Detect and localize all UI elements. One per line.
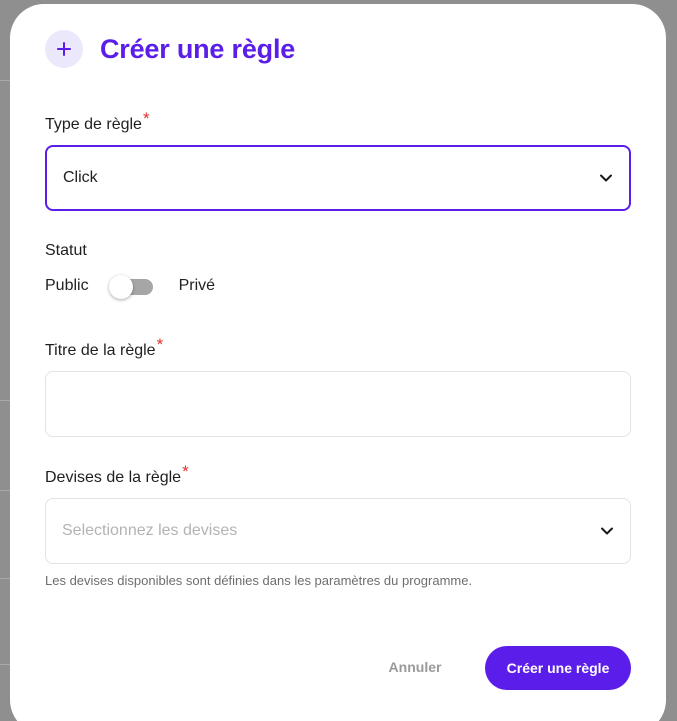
status-private-label: Privé	[178, 277, 216, 294]
status-public-label: Public	[45, 277, 89, 294]
modal-header: Créer une règle	[45, 30, 295, 68]
chevron-down-icon	[600, 174, 612, 182]
currencies-placeholder: Selectionnez les devises	[62, 522, 238, 539]
plus-icon	[45, 30, 83, 68]
currencies-helper-text: Les devises disponibles sont définies da…	[45, 573, 473, 588]
rule-type-value: Click	[63, 169, 98, 186]
required-asterisk: *	[142, 109, 150, 128]
create-rule-modal: Créer une règle Type de règle* Click Sta…	[10, 4, 666, 721]
rule-type-label: Type de règle*	[45, 109, 150, 134]
currencies-select[interactable]: Selectionnez les devises	[45, 498, 631, 564]
required-asterisk: *	[182, 462, 189, 481]
rule-type-select[interactable]: Click	[45, 145, 631, 211]
modal-title: Créer une règle	[100, 33, 296, 64]
chevron-down-icon	[601, 527, 613, 535]
rule-title-label: Titre de la règle*	[45, 335, 163, 360]
currencies-label: Devises de la règle*	[45, 462, 189, 487]
create-rule-button[interactable]: Créer une règle	[485, 646, 631, 690]
rule-title-label-text: Titre de la règle	[45, 342, 156, 359]
cancel-button[interactable]: Annuler	[370, 647, 460, 687]
rule-type-label-text: Type de règle	[45, 116, 142, 133]
currencies-label-text: Devises de la règle	[45, 469, 182, 486]
rule-title-input[interactable]	[45, 371, 631, 437]
toggle-knob	[108, 275, 133, 299]
status-toggle[interactable]	[108, 275, 155, 299]
required-asterisk: *	[156, 335, 164, 354]
status-label: Statut	[45, 242, 87, 259]
status-row: Public Privé	[45, 275, 216, 299]
